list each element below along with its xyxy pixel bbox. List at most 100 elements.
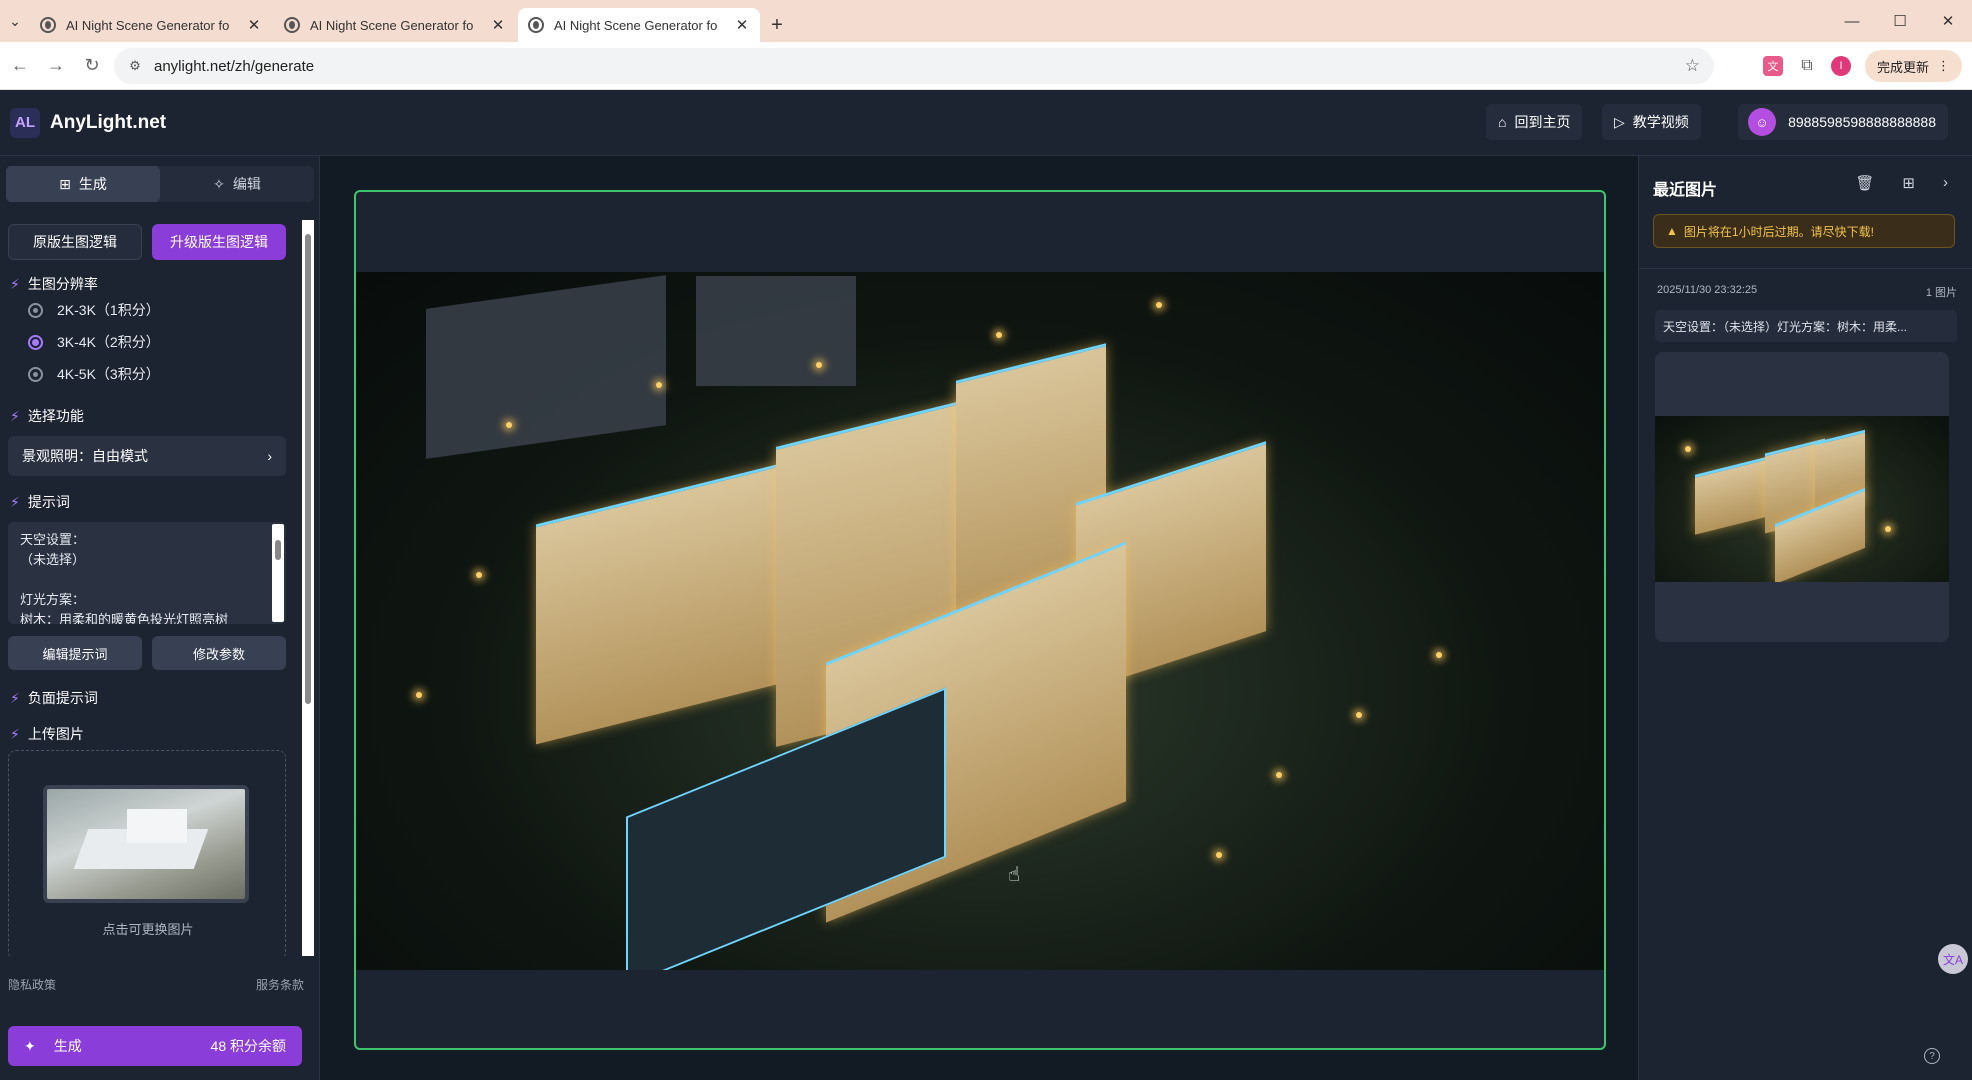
generate-button[interactable]: ✦ 生成 48 积分余额 (8, 1026, 302, 1066)
close-tab-icon[interactable]: ✕ (490, 16, 506, 34)
street-lamp (1436, 652, 1442, 658)
close-window-icon[interactable]: ✕ (1924, 0, 1972, 42)
prompt-textarea[interactable]: 天空设置： （未选择） 灯光方案： 树木：用柔和的暖黄色投光灯照亮树 (8, 522, 286, 624)
tab-search-icon[interactable]: ⌄ (0, 0, 30, 42)
background-building (696, 276, 856, 386)
forward-icon[interactable]: → (40, 50, 72, 82)
street-lamp (1885, 526, 1891, 532)
radio-icon (28, 302, 43, 318)
warning-icon: ▲ (1666, 224, 1678, 238)
close-tab-icon[interactable]: ✕ (734, 16, 750, 34)
radio-label: 4K-5K（3积分） (57, 366, 160, 382)
lit-building (1695, 457, 1765, 535)
original-logic-button[interactable]: 原版生图逻辑 (8, 224, 142, 260)
home-button[interactable]: ⌂ 回到主页 (1486, 104, 1583, 140)
warning-text: 图片将在1小时后过期。请尽快下载! (1683, 224, 1874, 239)
browser-tab-active[interactable]: AI Night Scene Generator fo ✕ (518, 8, 760, 42)
chevron-right-icon[interactable]: › (1943, 174, 1948, 192)
terms-link[interactable]: 服务条款 (256, 976, 304, 993)
tab-generate[interactable]: ⊞ 生成 (6, 166, 160, 202)
street-lamp (1276, 772, 1282, 778)
brand-name[interactable]: AnyLight.net (50, 112, 166, 134)
globe-icon (284, 17, 300, 33)
update-button[interactable]: 完成更新 ⋮ (1864, 50, 1962, 82)
prompt-scrollbar[interactable] (272, 524, 284, 622)
negative-prompt-section-title[interactable]: ⚡ 负面提示词 (10, 688, 98, 708)
building-shape (127, 809, 187, 843)
section-label: 选择功能 (27, 408, 84, 424)
url-text: anylight.net/zh/generate (154, 57, 315, 75)
lightning-icon: ⚡ (10, 407, 20, 424)
recent-image-card[interactable] (1655, 352, 1949, 642)
kebab-menu-icon: ⋮ (1937, 58, 1950, 73)
privacy-link[interactable]: 隐私政策 (8, 976, 56, 993)
close-tab-icon[interactable]: ✕ (246, 16, 262, 34)
trash-icon[interactable]: 🗑 (1855, 174, 1874, 192)
street-lamp (1216, 852, 1222, 858)
record-count: 1 图片 (1925, 287, 1957, 299)
generated-night-image[interactable]: ☝ (356, 272, 1604, 970)
edit-prompt-button[interactable]: 编辑提示词 (8, 636, 142, 670)
section-label: 提示词 (27, 494, 70, 510)
left-sidebar: ⊞ 生成 ✧ 编辑 原版生图逻辑 升级版生图逻辑 ⚡ 生图分辨率 2K-3K（1… (0, 156, 320, 1080)
help-icon[interactable]: ? (1924, 1048, 1940, 1064)
street-lamp (1156, 302, 1162, 308)
update-label: 完成更新 (1876, 59, 1929, 75)
magic-wand-icon: ✧ (213, 175, 225, 192)
street-lamp (1685, 446, 1691, 452)
browser-toolbar: ← → ↻ ⚙ anylight.net/zh/generate ☆ 文 ⧉ I… (0, 42, 1972, 90)
home-icon: ⌂ (1498, 114, 1507, 130)
extension-icon[interactable]: 文 (1762, 56, 1783, 76)
sparkle-icon: ✦ (24, 1037, 36, 1054)
tutorial-button[interactable]: ▷ 教学视频 (1602, 104, 1701, 140)
globe-icon (528, 17, 544, 33)
generate-label: 生成 (53, 1038, 82, 1054)
scrollbar-thumb[interactable] (305, 234, 311, 704)
resolution-option-4k[interactable]: 4K-5K（3积分） (28, 364, 160, 384)
puzzle-icon[interactable]: ⧉ (1797, 56, 1817, 76)
street-lamp (416, 692, 422, 698)
user-menu[interactable]: ☺ 8988598598888888888 (1738, 104, 1948, 140)
minimize-icon[interactable]: — (1828, 0, 1876, 42)
lightning-icon: ⚡ (10, 725, 20, 742)
modify-params-button[interactable]: 修改参数 (152, 636, 286, 670)
tab-edit[interactable]: ✧ 编辑 (160, 166, 314, 202)
function-value: 景观照明：自由模式 (22, 448, 148, 464)
recent-actions: 🗑 ⊞ › (1855, 174, 1948, 192)
function-select[interactable]: 景观照明：自由模式 › (8, 436, 286, 476)
upload-section-title: ⚡ 上传图片 (10, 724, 84, 744)
uploaded-image-thumbnail[interactable] (43, 785, 249, 903)
mouse-cursor-icon: ☝ (1008, 864, 1021, 886)
profile-avatar[interactable]: I (1830, 56, 1851, 76)
scrollbar-thumb[interactable] (275, 540, 281, 560)
browser-tab-title: AI Night Scene Generator fo (310, 17, 474, 33)
radio-selected-icon (28, 334, 43, 350)
window-controls: — ☐ ✕ (1828, 0, 1972, 42)
grid-view-icon[interactable]: ⊞ (1902, 174, 1915, 192)
record-description[interactable]: 天空设置：（未选择）灯光方案：树木：用柔... (1655, 310, 1957, 342)
browser-tab[interactable]: AI Night Scene Generator fo ✕ (30, 8, 272, 42)
resolution-option-3k[interactable]: 3K-4K（2积分） (28, 332, 160, 352)
app-header: AL AnyLight.net ⌂ 回到主页 ▷ 教学视频 ☺ 89885985… (0, 90, 1972, 156)
sidebar-scrollbar[interactable] (302, 220, 314, 956)
logo[interactable]: AL (10, 107, 40, 138)
upgraded-logic-button[interactable]: 升级版生图逻辑 (152, 224, 286, 260)
reload-icon[interactable]: ↻ (76, 50, 108, 82)
tab-label: 编辑 (232, 176, 261, 192)
back-icon[interactable]: ← (4, 50, 36, 82)
prompt-section-title: ⚡ 提示词 (10, 492, 70, 512)
site-info-icon[interactable]: ⚙ (126, 57, 144, 75)
bookmark-star-icon[interactable]: ☆ (1685, 56, 1700, 76)
background-building (426, 275, 666, 459)
address-bar[interactable]: ⚙ anylight.net/zh/generate ☆ (114, 48, 1714, 84)
browser-tab[interactable]: AI Night Scene Generator fo ✕ (274, 8, 516, 42)
resolution-option-2k[interactable]: 2K-3K（1积分） (28, 300, 160, 320)
recent-image-thumbnail[interactable] (1655, 416, 1949, 582)
tab-label: 生成 (78, 176, 107, 192)
street-lamp (1356, 712, 1362, 718)
street-lamp (816, 362, 822, 368)
upload-dropzone[interactable]: 点击可更换图片 (8, 750, 286, 956)
translate-icon[interactable]: 文A (1938, 944, 1968, 974)
maximize-icon[interactable]: ☐ (1876, 0, 1924, 42)
plus-icon[interactable]: + (762, 8, 792, 42)
